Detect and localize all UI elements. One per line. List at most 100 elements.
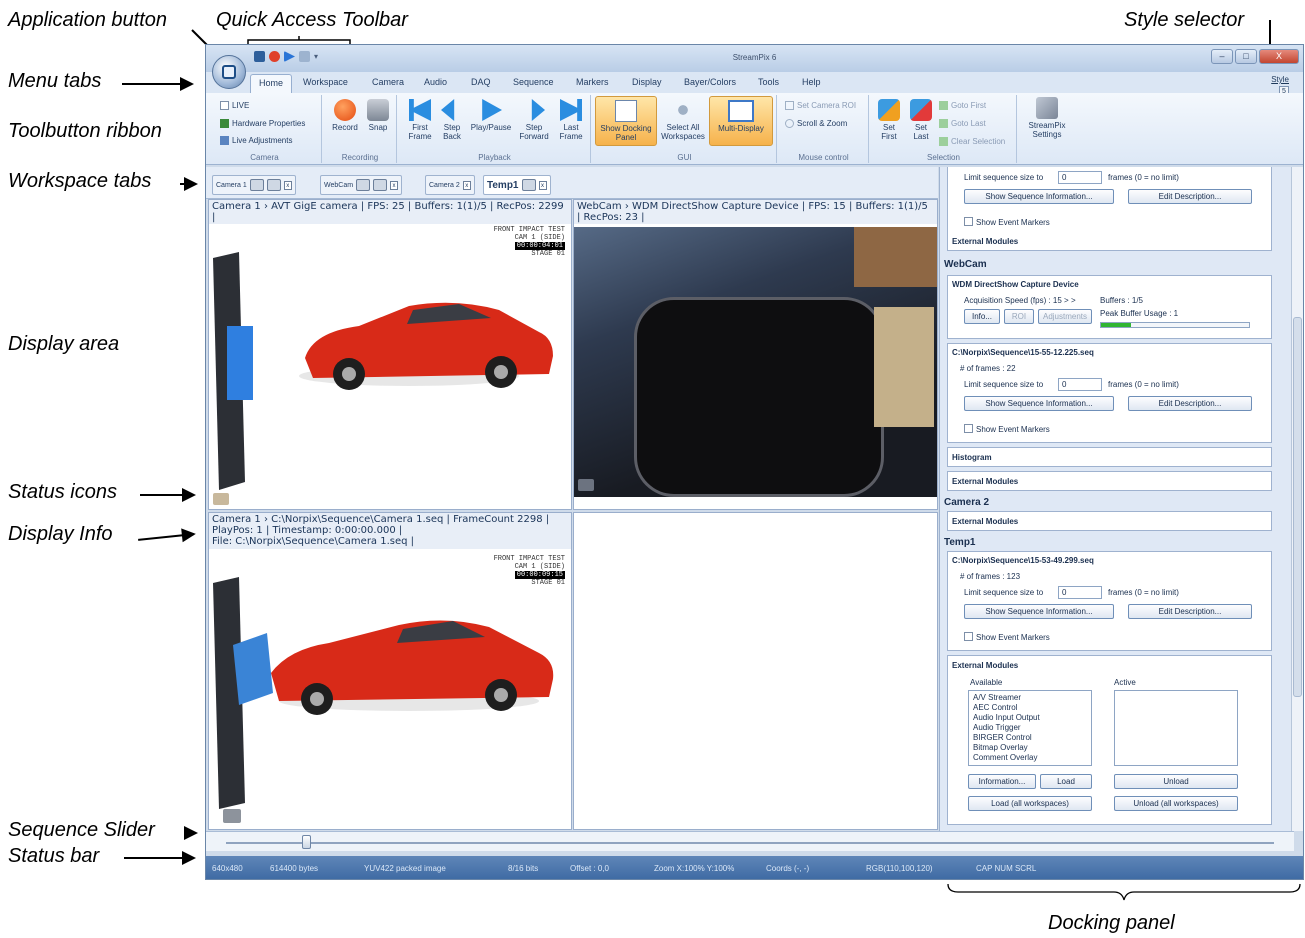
slider-track[interactable] [226, 842, 1274, 844]
limit-size-input[interactable]: 0 [1058, 586, 1102, 599]
group-label: Playback [478, 153, 511, 162]
display-camera1-sequence[interactable]: Camera 1 › C:\Norpix\Sequence\Camera 1.s… [208, 512, 572, 830]
clear-selection-button[interactable]: Clear Selection [939, 137, 1005, 146]
workspace-tab-temp1[interactable]: Temp1 x [483, 175, 551, 195]
tab-camera[interactable]: Camera [372, 77, 404, 87]
workspace-tab-camera1[interactable]: Camera 1x [212, 175, 296, 195]
hardware-properties-button[interactable]: Hardware Properties [220, 119, 305, 128]
sequence-slider[interactable] [206, 831, 1294, 851]
minimize-button[interactable]: – [1211, 49, 1233, 64]
workspace-tab-camera2[interactable]: Camera 2x [425, 175, 475, 195]
label-status-bar: Status bar [8, 845, 100, 867]
last-frame-button[interactable]: Last Frame [555, 99, 587, 141]
tab-home[interactable]: Home [250, 74, 293, 93]
goto-first-button[interactable]: Goto First [939, 101, 986, 110]
display-info: Camera 1 › C:\Norpix\Sequence\Camera 1.s… [209, 513, 571, 549]
tab-workspace[interactable]: Workspace [303, 77, 348, 87]
temp1-section-title[interactable]: Temp1 [944, 537, 976, 548]
unload-all-workspaces-button[interactable]: Unload (all workspaces) [1114, 796, 1238, 811]
tab-sequence[interactable]: Sequence [513, 77, 554, 87]
tab-help[interactable]: Help [802, 77, 821, 87]
live-toggle[interactable]: LIVE [220, 101, 249, 110]
active-modules-list[interactable] [1114, 690, 1238, 766]
streampix-settings-button[interactable]: StreamPix Settings [1024, 97, 1070, 139]
workspace-tab-webcam[interactable]: WebCam x [320, 175, 403, 195]
roi-button[interactable]: ROI [1004, 309, 1034, 324]
style-selector[interactable]: Style [1271, 75, 1289, 84]
edit-description-button[interactable]: Edit Description... [1128, 396, 1252, 411]
slider-thumb[interactable] [302, 835, 311, 849]
label-menu-tabs: Menu tabs [8, 70, 102, 92]
close-icon[interactable]: x [390, 180, 399, 190]
docking-panel: Limit sequence size to 0 frames (0 = no … [939, 167, 1294, 831]
info-button[interactable]: Info... [964, 309, 1000, 324]
information-button[interactable]: Information... [968, 774, 1036, 789]
tab-tools[interactable]: Tools [758, 77, 779, 87]
snap-button[interactable]: Snap [364, 99, 392, 132]
histogram-section[interactable]: Histogram [947, 447, 1272, 467]
adjustments-button[interactable]: Adjustments [1038, 309, 1092, 324]
close-icon[interactable]: x [283, 180, 292, 190]
play-pause-button[interactable]: Play/Pause [469, 99, 513, 132]
set-camera-roi-button[interactable]: Set Camera ROI [785, 101, 856, 110]
tab-daq[interactable]: DAQ [471, 77, 491, 87]
tab-audio[interactable]: Audio [424, 77, 447, 87]
list-item[interactable]: BIRGER Control [973, 733, 1087, 743]
edit-description-button[interactable]: Edit Description... [1128, 189, 1252, 204]
list-item[interactable]: Audio Trigger [973, 723, 1087, 733]
scrollbar-thumb[interactable] [1293, 317, 1302, 697]
close-icon[interactable]: x [462, 180, 471, 190]
set-first-button[interactable]: Set First [875, 99, 903, 141]
tab-markers[interactable]: Markers [576, 77, 609, 87]
close-icon[interactable]: x [538, 180, 547, 190]
show-docking-panel-button[interactable]: Show Docking Panel [595, 96, 657, 146]
display-icon [373, 179, 388, 191]
edit-description-button[interactable]: Edit Description... [1128, 604, 1252, 619]
wrench-icon [1036, 97, 1058, 119]
limit-size-input[interactable]: 0 [1058, 171, 1102, 184]
checkbox-icon [964, 217, 973, 226]
list-item[interactable]: Comment Overlay [973, 753, 1087, 763]
maximize-button[interactable]: □ [1235, 49, 1257, 64]
show-sequence-info-button[interactable]: Show Sequence Information... [964, 396, 1114, 411]
display-camera1-live[interactable]: Camera 1 › AVT GigE camera | FPS: 25 | B… [208, 199, 572, 510]
tab-bayer-colors[interactable]: Bayer/Colors [684, 77, 736, 87]
limit-size-input[interactable]: 0 [1058, 378, 1102, 391]
show-event-markers-checkbox[interactable]: Show Event Markers [964, 632, 1050, 642]
available-modules-list[interactable]: A/V Streamer AEC Control Audio Input Out… [968, 690, 1092, 766]
live-adjustments-button[interactable]: Live Adjustments [220, 136, 292, 145]
first-frame-button[interactable]: First Frame [403, 99, 437, 141]
tab-display[interactable]: Display [632, 77, 662, 87]
clear-selection-icon [939, 137, 948, 146]
list-item[interactable]: A/V Streamer [973, 693, 1087, 703]
camera2-external-modules-section[interactable]: External Modules [947, 511, 1272, 531]
goto-last-button[interactable]: Goto Last [939, 119, 986, 128]
load-button[interactable]: Load [1040, 774, 1092, 789]
webcam-section-title[interactable]: WebCam [944, 259, 987, 270]
show-sequence-info-button[interactable]: Show Sequence Information... [964, 604, 1114, 619]
list-item[interactable]: Audio Input Output [973, 713, 1087, 723]
step-back-button[interactable]: Step Back [437, 99, 467, 141]
display-webcam-live[interactable]: WebCam › WDM DirectShow Capture Device |… [573, 199, 938, 510]
external-modules-section[interactable]: External Modules [947, 471, 1272, 491]
docking-panel-scrollbar[interactable] [1291, 167, 1303, 831]
unload-button[interactable]: Unload [1114, 774, 1238, 789]
show-sequence-info-button[interactable]: Show Sequence Information... [964, 189, 1114, 204]
close-button[interactable]: X [1259, 49, 1299, 64]
multi-display-button[interactable]: Multi-Display [709, 96, 773, 146]
show-event-markers-checkbox[interactable]: Show Event Markers [964, 424, 1050, 434]
load-all-workspaces-button[interactable]: Load (all workspaces) [968, 796, 1092, 811]
camera2-section-title[interactable]: Camera 2 [944, 497, 989, 508]
scroll-zoom-button[interactable]: Scroll & Zoom [785, 119, 847, 128]
step-forward-button[interactable]: Step Forward [515, 99, 553, 141]
list-item[interactable]: Bitmap Overlay [973, 743, 1087, 753]
record-button[interactable]: Record [330, 99, 360, 132]
application-button[interactable] [212, 55, 246, 89]
display-empty[interactable] [573, 512, 938, 830]
external-modules-header[interactable]: External Modules [952, 237, 1018, 246]
list-item[interactable]: AEC Control [973, 703, 1087, 713]
set-last-button[interactable]: Set Last [907, 99, 935, 141]
select-all-workspaces-button[interactable]: Select All Workspaces [659, 99, 707, 141]
status-bytes: 614400 bytes [270, 864, 319, 873]
show-event-markers-checkbox[interactable]: Show Event Markers [964, 217, 1050, 227]
